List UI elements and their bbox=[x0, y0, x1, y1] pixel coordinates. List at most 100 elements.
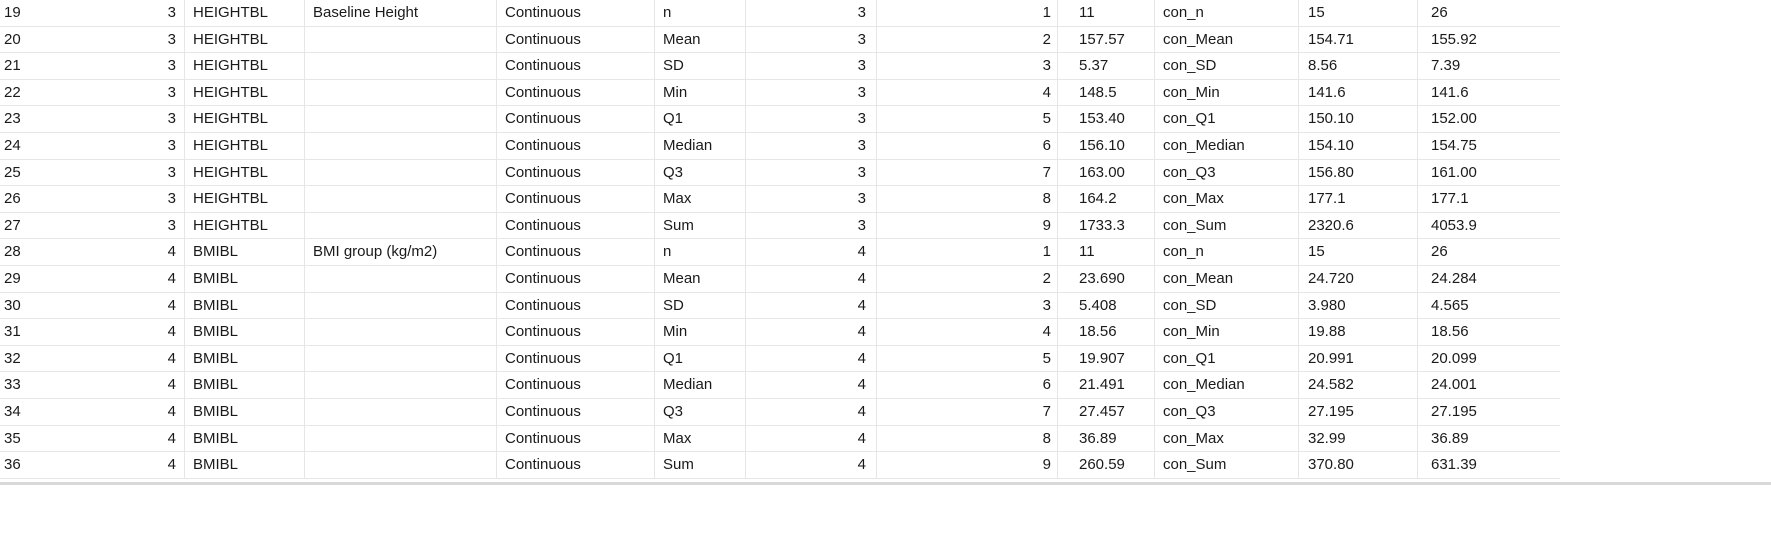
statistic-cell[interactable]: Median bbox=[655, 372, 746, 398]
value1-cell[interactable]: 148.5 bbox=[1058, 79, 1155, 106]
value1-cell[interactable]: 11 bbox=[1058, 239, 1155, 265]
statistic-cell[interactable]: Q1 bbox=[655, 345, 746, 372]
value1-cell[interactable]: 1733.3 bbox=[1058, 212, 1155, 239]
value1-cell[interactable]: 164.2 bbox=[1058, 186, 1155, 212]
value3-cell[interactable]: 141.6 bbox=[1418, 80, 1560, 106]
row-number-cell[interactable]: 30 bbox=[0, 293, 185, 319]
variable-cell[interactable]: HEIGHTBL bbox=[185, 79, 305, 106]
row-number-cell[interactable]: 24 bbox=[0, 133, 185, 159]
stat-name-cell[interactable]: con_Q1 bbox=[1155, 106, 1299, 132]
table-row[interactable]: 31 4 BMIBL Continuous Min 4 4 18.56 con_Min 19.88… bbox=[0, 319, 1560, 346]
row-number-cell[interactable]: 34 bbox=[0, 399, 185, 425]
value2-cell[interactable]: 15 bbox=[1299, 239, 1418, 265]
value1-cell[interactable]: 163.00 bbox=[1058, 159, 1155, 186]
variable-cell[interactable]: BMIBL bbox=[185, 399, 305, 425]
row-number-cell[interactable]: 20 bbox=[0, 27, 185, 53]
value1-cell[interactable]: 23.690 bbox=[1058, 266, 1155, 292]
type-cell[interactable]: Continuous bbox=[497, 106, 655, 132]
variable-cell[interactable]: HEIGHTBL bbox=[185, 106, 305, 132]
row-number-cell[interactable]: 22 bbox=[0, 80, 185, 106]
value3-cell[interactable]: 4.565 bbox=[1418, 293, 1560, 319]
variable-cell[interactable]: HEIGHTBL bbox=[185, 53, 305, 79]
variable-cell[interactable]: BMIBL bbox=[185, 452, 305, 478]
sequence-cell[interactable]: 6 bbox=[877, 372, 1058, 398]
value1-cell[interactable]: 157.57 bbox=[1058, 26, 1155, 53]
group-order-cell[interactable]: 4 bbox=[746, 345, 877, 372]
sequence-cell[interactable]: 6 bbox=[877, 133, 1058, 159]
value1-cell[interactable]: 21.491 bbox=[1058, 372, 1155, 398]
value2-cell[interactable]: 3.980 bbox=[1299, 292, 1418, 319]
statistic-cell[interactable]: Sum bbox=[655, 212, 746, 239]
sequence-cell[interactable]: 9 bbox=[877, 212, 1058, 239]
statistic-cell[interactable]: SD bbox=[655, 53, 746, 79]
sequence-cell[interactable]: 7 bbox=[877, 399, 1058, 425]
group-order-cell[interactable]: 3 bbox=[746, 212, 877, 239]
statistic-cell[interactable]: Mean bbox=[655, 26, 746, 53]
sequence-cell[interactable]: 1 bbox=[877, 239, 1058, 265]
value3-cell[interactable]: 27.195 bbox=[1418, 399, 1560, 425]
variable-cell[interactable]: HEIGHTBL bbox=[185, 0, 305, 26]
value1-cell[interactable]: 27.457 bbox=[1058, 399, 1155, 425]
label-cell[interactable] bbox=[305, 26, 497, 53]
value1-cell[interactable]: 36.89 bbox=[1058, 425, 1155, 452]
type-cell[interactable]: Continuous bbox=[497, 159, 655, 186]
value3-cell[interactable]: 177.1 bbox=[1418, 186, 1560, 212]
group-order-cell[interactable]: 3 bbox=[746, 79, 877, 106]
statistic-cell[interactable]: Min bbox=[655, 319, 746, 345]
group-order-cell[interactable]: 4 bbox=[746, 239, 877, 265]
type-cell[interactable]: Continuous bbox=[497, 53, 655, 79]
group-order-cell[interactable]: 3 bbox=[746, 106, 877, 132]
table-row[interactable]: 23 3 HEIGHTBL Continuous Q1 3 5 153.40 con_Q1 150… bbox=[0, 106, 1560, 133]
value2-cell[interactable]: 19.88 bbox=[1299, 319, 1418, 345]
table-row[interactable]: 27 3 HEIGHTBL Continuous Sum 3 9 1733.3 con_Sum 2… bbox=[0, 212, 1560, 240]
stat-name-cell[interactable]: con_Q3 bbox=[1155, 159, 1299, 186]
label-cell[interactable] bbox=[305, 452, 497, 478]
label-cell[interactable] bbox=[305, 212, 497, 239]
value3-cell[interactable]: 26 bbox=[1418, 239, 1560, 265]
table-row[interactable]: 24 3 HEIGHTBL Continuous Median 3 6 156.10 con_M… bbox=[0, 133, 1560, 160]
type-cell[interactable]: Continuous bbox=[497, 212, 655, 239]
value1-cell[interactable]: 260.59 bbox=[1058, 452, 1155, 478]
label-cell[interactable] bbox=[305, 399, 497, 425]
type-cell[interactable]: Continuous bbox=[497, 266, 655, 292]
sequence-cell[interactable]: 8 bbox=[877, 186, 1058, 212]
group-order-cell[interactable]: 3 bbox=[746, 186, 877, 212]
statistic-cell[interactable]: Max bbox=[655, 425, 746, 452]
type-cell[interactable]: Continuous bbox=[497, 372, 655, 398]
value3-cell[interactable]: 24.284 bbox=[1418, 266, 1560, 292]
table-row[interactable]: 26 3 HEIGHTBL Continuous Max 3 8 164.2 con_Max 17… bbox=[0, 186, 1560, 213]
value1-cell[interactable]: 5.408 bbox=[1058, 292, 1155, 319]
type-cell[interactable]: Continuous bbox=[497, 186, 655, 212]
value2-cell[interactable]: 2320.6 bbox=[1299, 212, 1418, 239]
sequence-cell[interactable]: 3 bbox=[877, 292, 1058, 319]
table-row[interactable]: 19 3 HEIGHTBL Baseline Height Continuous n 3 1 1… bbox=[0, 0, 1560, 27]
statistic-cell[interactable]: Sum bbox=[655, 452, 746, 478]
table-row[interactable]: 34 4 BMIBL Continuous Q3 4 7 27.457 con_Q3 27.195… bbox=[0, 399, 1560, 426]
row-number-cell[interactable]: 35 bbox=[0, 426, 185, 452]
value3-cell[interactable]: 24.001 bbox=[1418, 372, 1560, 398]
group-order-cell[interactable]: 4 bbox=[746, 399, 877, 425]
label-cell[interactable] bbox=[305, 53, 497, 79]
variable-cell[interactable]: BMIBL bbox=[185, 239, 305, 265]
row-number-cell[interactable]: 31 bbox=[0, 319, 185, 345]
stat-name-cell[interactable]: con_Median bbox=[1155, 133, 1299, 159]
statistic-cell[interactable]: Min bbox=[655, 79, 746, 106]
sequence-cell[interactable]: 2 bbox=[877, 266, 1058, 292]
row-number-cell[interactable]: 29 bbox=[0, 266, 185, 292]
sequence-cell[interactable]: 4 bbox=[877, 319, 1058, 345]
group-order-cell[interactable]: 3 bbox=[746, 26, 877, 53]
group-order-cell[interactable]: 3 bbox=[746, 159, 877, 186]
value2-cell[interactable]: 20.991 bbox=[1299, 345, 1418, 372]
value2-cell[interactable]: 156.80 bbox=[1299, 159, 1418, 186]
group-order-cell[interactable]: 4 bbox=[746, 292, 877, 319]
sequence-cell[interactable]: 8 bbox=[877, 425, 1058, 452]
label-cell[interactable] bbox=[305, 79, 497, 106]
label-cell[interactable] bbox=[305, 292, 497, 319]
statistic-cell[interactable]: Q1 bbox=[655, 106, 746, 132]
type-cell[interactable]: Continuous bbox=[497, 399, 655, 425]
value2-cell[interactable]: 150.10 bbox=[1299, 106, 1418, 132]
value3-cell[interactable]: 154.75 bbox=[1418, 133, 1560, 159]
value2-cell[interactable]: 141.6 bbox=[1299, 79, 1418, 106]
type-cell[interactable]: Continuous bbox=[497, 292, 655, 319]
value1-cell[interactable]: 5.37 bbox=[1058, 53, 1155, 79]
